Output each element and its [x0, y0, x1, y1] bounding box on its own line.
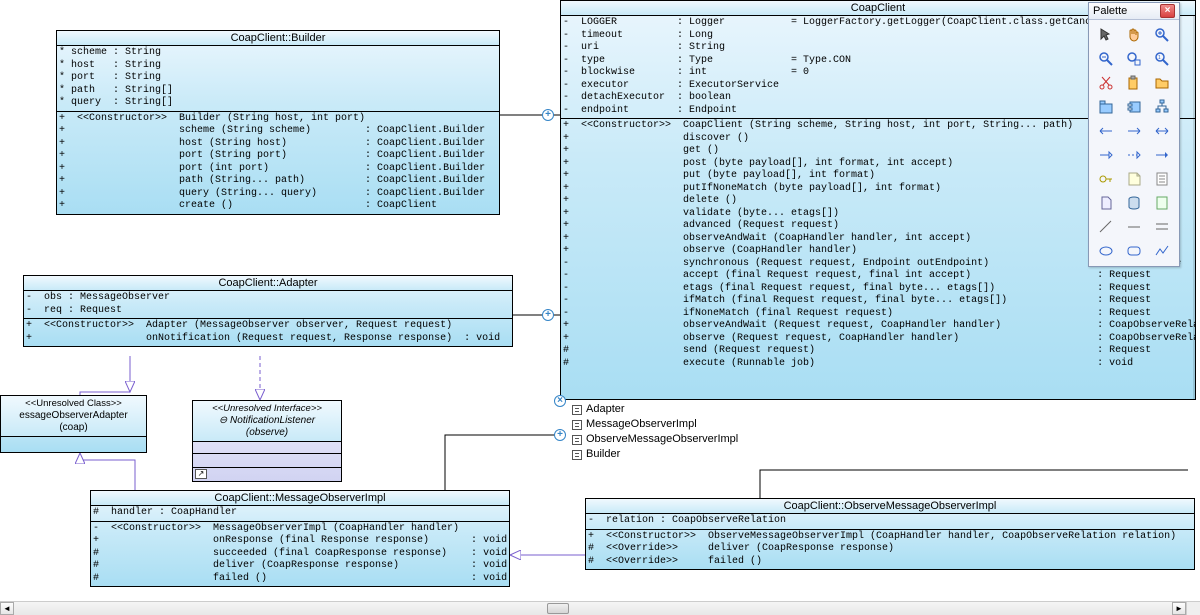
class-title: CoapClient::ObserveMessageObserverImpl [586, 499, 1194, 514]
palette-polyline-icon[interactable] [1149, 240, 1175, 262]
class-title: CoapClient::Builder [57, 31, 499, 46]
attr-compartment: # handler : CoapHandler [91, 506, 509, 522]
palette-title-bar[interactable]: Palette × [1089, 3, 1179, 20]
unresolved-class[interactable]: <<Unresolved Class>> essageObserverAdapt… [0, 395, 147, 453]
unresolved-interface[interactable]: <<Unresolved Interface>> ⊖ NotificationL… [192, 400, 342, 482]
diagram-canvas[interactable]: CoapClient::Builder * scheme : String * … [0, 0, 1200, 601]
scroll-track[interactable] [14, 602, 1172, 615]
expander-plus[interactable]: + [542, 309, 554, 321]
palette-assoc-right-icon[interactable] [1121, 120, 1147, 142]
palette-cylinder-icon[interactable] [1121, 192, 1147, 214]
ops-compartment: + <<Constructor>> ObserveMessageObserver… [586, 530, 1194, 570]
palette-ellipse-icon[interactable] [1093, 240, 1119, 262]
palette-file-icon[interactable] [1093, 192, 1119, 214]
class-observemessageobserverimpl[interactable]: CoapClient::ObserveMessageObserverImpl -… [585, 498, 1195, 570]
class-icon [572, 420, 582, 430]
scroll-left-arrow[interactable]: ◄ [0, 602, 14, 615]
class-icon [572, 450, 582, 460]
class-title: CoapClient::MessageObserverImpl [91, 491, 509, 506]
palette-link-dashed-icon[interactable] [1121, 144, 1147, 166]
scroll-thumb[interactable] [547, 603, 569, 614]
stereotype: <<Unresolved Interface>> [195, 403, 339, 415]
attr-compartment: - obs : MessageObserver - req : Request [24, 291, 512, 319]
palette-paste-icon[interactable] [1121, 72, 1147, 94]
palette-dep-closed-icon[interactable] [1149, 144, 1175, 166]
scrollbar-corner [1186, 601, 1200, 615]
palette-hand-icon[interactable] [1121, 24, 1147, 46]
empty-compartment [193, 454, 341, 468]
palette-zoom-out-icon[interactable] [1093, 48, 1119, 70]
ops-compartment: + <<Constructor>> Builder (String host, … [57, 112, 499, 214]
palette-link-open-icon[interactable] [1093, 144, 1119, 166]
palette-title-text: Palette [1093, 5, 1127, 17]
nested-item[interactable]: ObserveMessageObserverImpl [572, 432, 968, 447]
palette-pointer-icon[interactable] [1093, 24, 1119, 46]
scroll-right-arrow[interactable]: ► [1172, 602, 1186, 615]
palette-rounded-icon[interactable] [1121, 240, 1147, 262]
nested-classes-list[interactable]: Adapter MessageObserverImpl ObserveMessa… [568, 400, 968, 464]
palette-zoom-fit-icon[interactable] [1121, 48, 1147, 70]
close-icon[interactable]: × [1160, 4, 1175, 18]
horizontal-scrollbar[interactable]: ◄ ► [0, 601, 1186, 615]
empty-compartment [193, 442, 341, 454]
expander-minus[interactable]: × [554, 395, 566, 407]
palette-zoom-actual-icon[interactable]: 1 [1149, 48, 1175, 70]
class-title: CoapClient::Adapter [24, 276, 512, 291]
class-pkg: (coap) [3, 422, 144, 434]
nested-item[interactable]: MessageObserverImpl [572, 417, 968, 432]
ops-compartment: + <<Constructor>> Adapter (MessageObserv… [24, 319, 512, 346]
stereotype: <<Unresolved Class>> [3, 398, 144, 410]
ops-compartment: - <<Constructor>> MessageObserverImpl (C… [91, 522, 509, 587]
attr-compartment: - relation : CoapObserveRelation [586, 514, 1194, 530]
nested-item[interactable]: Adapter [572, 402, 968, 417]
palette-package-icon[interactable] [1093, 96, 1119, 118]
palette-folder-icon[interactable] [1149, 72, 1175, 94]
nested-item[interactable]: Builder [572, 447, 968, 462]
class-coapclient-builder[interactable]: CoapClient::Builder * scheme : String * … [56, 30, 500, 215]
class-icon [572, 405, 582, 415]
palette-sheet-icon[interactable] [1149, 192, 1175, 214]
palette-body: 1 [1089, 20, 1179, 266]
iface-pkg: (observe) [195, 427, 339, 439]
attr-compartment: * scheme : String * host : String * port… [57, 46, 499, 112]
palette-document-icon[interactable] [1149, 168, 1175, 190]
palette-cut-icon[interactable] [1093, 72, 1119, 94]
palette-zoom-in-icon[interactable] [1149, 24, 1175, 46]
shortcut-icon: ↗ [195, 469, 207, 479]
palette-line-1-icon[interactable] [1121, 216, 1147, 238]
expander-plus[interactable]: + [542, 109, 554, 121]
palette-key-icon[interactable] [1093, 168, 1119, 190]
palette-note-icon[interactable] [1121, 168, 1147, 190]
class-coapclient-adapter[interactable]: CoapClient::Adapter - obs : MessageObser… [23, 275, 513, 347]
class-name: essageObserverAdapter [3, 410, 144, 422]
expander-plus[interactable]: + [554, 429, 566, 441]
palette-hierarchy-icon[interactable] [1149, 96, 1175, 118]
palette-gen-line-icon[interactable] [1093, 216, 1119, 238]
palette-line-2-icon[interactable] [1149, 216, 1175, 238]
class-icon [572, 435, 582, 445]
palette-component-icon[interactable] [1121, 96, 1147, 118]
svg-text:1: 1 [1158, 55, 1161, 61]
palette-assoc-left-icon[interactable] [1093, 120, 1119, 142]
palette-assoc-biarrow-icon[interactable] [1149, 120, 1175, 142]
empty-compartment [1, 437, 146, 445]
class-messageobserverimpl[interactable]: CoapClient::MessageObserverImpl # handle… [90, 490, 510, 587]
palette[interactable]: Palette × 1 [1088, 2, 1180, 267]
iface-name: ⊖ NotificationListener [195, 415, 339, 427]
